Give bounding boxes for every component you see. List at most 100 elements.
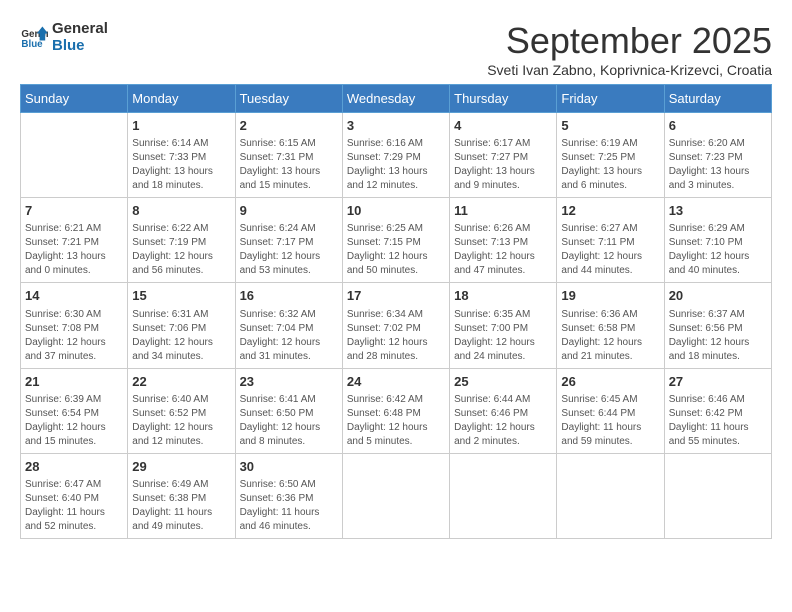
day-content: Sunrise: 6:39 AMSunset: 6:54 PMDaylight:… (25, 393, 123, 449)
day-number: 7 (25, 202, 123, 220)
day-content: Sunrise: 6:34 AMSunset: 7:02 PMDaylight:… (347, 308, 445, 364)
calendar-cell: 15 Sunrise: 6:31 AMSunset: 7:06 PMDayligh… (128, 283, 235, 368)
day-content: Sunrise: 6:26 AMSunset: 7:13 PMDaylight:… (454, 222, 552, 278)
day-content: Sunrise: 6:30 AMSunset: 7:08 PMDaylight:… (25, 308, 123, 364)
calendar-cell: 12 Sunrise: 6:27 AMSunset: 7:11 PMDayligh… (557, 198, 664, 283)
day-number: 10 (347, 202, 445, 220)
calendar-cell: 5 Sunrise: 6:19 AMSunset: 7:25 PMDaylight… (557, 113, 664, 198)
month-title: September 2025 (487, 20, 772, 62)
day-header-friday: Friday (557, 85, 664, 113)
calendar-cell (664, 453, 771, 538)
logo-line2: Blue (52, 37, 108, 54)
calendar-cell (557, 453, 664, 538)
day-content: Sunrise: 6:36 AMSunset: 6:58 PMDaylight:… (561, 308, 659, 364)
week-row-2: 7 Sunrise: 6:21 AMSunset: 7:21 PMDaylight… (21, 198, 772, 283)
day-content: Sunrise: 6:27 AMSunset: 7:11 PMDaylight:… (561, 222, 659, 278)
day-number: 27 (669, 373, 767, 391)
week-row-3: 14 Sunrise: 6:30 AMSunset: 7:08 PMDayligh… (21, 283, 772, 368)
calendar-table: SundayMondayTuesdayWednesdayThursdayFrid… (20, 84, 772, 539)
day-content: Sunrise: 6:24 AMSunset: 7:17 PMDaylight:… (240, 222, 338, 278)
day-number: 13 (669, 202, 767, 220)
calendar-cell: 4Sunrise: 6:17 AMSunset: 7:27 PMDaylight… (450, 113, 557, 198)
day-content: Sunrise: 6:31 AMSunset: 7:06 PMDaylight:… (132, 308, 230, 364)
calendar-cell: 20 Sunrise: 6:37 AMSunset: 6:56 PMDayligh… (664, 283, 771, 368)
title-area: September 2025 Sveti Ivan Zabno, Koprivn… (487, 20, 772, 78)
day-number: 14 (25, 287, 123, 305)
calendar-cell (450, 453, 557, 538)
day-number: 2 (240, 117, 338, 135)
location-subtitle: Sveti Ivan Zabno, Koprivnica-Krizevci, C… (487, 62, 772, 78)
calendar-cell: 28Sunrise: 6:47 AMSunset: 6:40 PMDayligh… (21, 453, 128, 538)
day-number: 25 (454, 373, 552, 391)
day-number: 6 (669, 117, 767, 135)
day-number: 26 (561, 373, 659, 391)
day-content: Sunrise: 6:19 AMSunset: 7:25 PMDaylight:… (561, 137, 659, 193)
day-number: 20 (669, 287, 767, 305)
calendar-cell: 29Sunrise: 6:49 AMSunset: 6:38 PMDayligh… (128, 453, 235, 538)
calendar-cell: 1 Sunrise: 6:14 AMSunset: 7:33 PMDaylight… (128, 113, 235, 198)
calendar-cell: 30 Sunrise: 6:50 AMSunset: 6:36 PMDayligh… (235, 453, 342, 538)
day-content: Sunrise: 6:14 AMSunset: 7:33 PMDaylight:… (132, 137, 230, 193)
calendar-cell: 3 Sunrise: 6:16 AMSunset: 7:29 PMDaylight… (342, 113, 449, 198)
day-number: 18 (454, 287, 552, 305)
calendar-cell: 7 Sunrise: 6:21 AMSunset: 7:21 PMDaylight… (21, 198, 128, 283)
day-content: Sunrise: 6:32 AMSunset: 7:04 PMDaylight:… (240, 308, 338, 364)
day-number: 24 (347, 373, 445, 391)
calendar-cell: 19Sunrise: 6:36 AMSunset: 6:58 PMDayligh… (557, 283, 664, 368)
calendar-cell: 14 Sunrise: 6:30 AMSunset: 7:08 PMDayligh… (21, 283, 128, 368)
day-header-thursday: Thursday (450, 85, 557, 113)
calendar-cell: 18 Sunrise: 6:35 AMSunset: 7:00 PMDayligh… (450, 283, 557, 368)
calendar-cell (342, 453, 449, 538)
day-content: Sunrise: 6:25 AMSunset: 7:15 PMDaylight:… (347, 222, 445, 278)
calendar-cell: 13 Sunrise: 6:29 AMSunset: 7:10 PMDayligh… (664, 198, 771, 283)
calendar-cell: 25 Sunrise: 6:44 AMSunset: 6:46 PMDayligh… (450, 368, 557, 453)
calendar-cell: 24 Sunrise: 6:42 AMSunset: 6:48 PMDayligh… (342, 368, 449, 453)
day-header-tuesday: Tuesday (235, 85, 342, 113)
day-header-saturday: Saturday (664, 85, 771, 113)
day-number: 17 (347, 287, 445, 305)
header: General Blue General Blue September 2025… (20, 20, 772, 78)
calendar-cell: 26 Sunrise: 6:45 AMSunset: 6:44 PMDayligh… (557, 368, 664, 453)
day-content: Sunrise: 6:21 AMSunset: 7:21 PMDaylight:… (25, 222, 123, 278)
day-number: 1 (132, 117, 230, 135)
calendar-cell: 16Sunrise: 6:32 AMSunset: 7:04 PMDayligh… (235, 283, 342, 368)
day-content: Sunrise: 6:50 AMSunset: 6:36 PMDaylight:… (240, 478, 338, 534)
day-content: Sunrise: 6:20 AMSunset: 7:23 PMDaylight:… (669, 137, 767, 193)
day-content: Sunrise: 6:35 AMSunset: 7:00 PMDaylight:… (454, 308, 552, 364)
day-content: Sunrise: 6:42 AMSunset: 6:48 PMDaylight:… (347, 393, 445, 449)
day-content: Sunrise: 6:40 AMSunset: 6:52 PMDaylight:… (132, 393, 230, 449)
logo-icon: General Blue (20, 23, 48, 51)
day-number: 30 (240, 458, 338, 476)
day-content: Sunrise: 6:29 AMSunset: 7:10 PMDaylight:… (669, 222, 767, 278)
day-number: 11 (454, 202, 552, 220)
day-header-wednesday: Wednesday (342, 85, 449, 113)
day-content: Sunrise: 6:44 AMSunset: 6:46 PMDaylight:… (454, 393, 552, 449)
day-number: 8 (132, 202, 230, 220)
calendar-cell (21, 113, 128, 198)
day-content: Sunrise: 6:41 AMSunset: 6:50 PMDaylight:… (240, 393, 338, 449)
week-row-1: 1 Sunrise: 6:14 AMSunset: 7:33 PMDaylight… (21, 113, 772, 198)
day-content: Sunrise: 6:45 AMSunset: 6:44 PMDaylight:… (561, 393, 659, 449)
day-content: Sunrise: 6:16 AMSunset: 7:29 PMDaylight:… (347, 137, 445, 193)
logo-line1: General (52, 20, 108, 37)
day-number: 5 (561, 117, 659, 135)
calendar-cell: 10 Sunrise: 6:25 AMSunset: 7:15 PMDayligh… (342, 198, 449, 283)
day-number: 21 (25, 373, 123, 391)
day-number: 15 (132, 287, 230, 305)
calendar-cell: 23 Sunrise: 6:41 AMSunset: 6:50 PMDayligh… (235, 368, 342, 453)
day-content: Sunrise: 6:37 AMSunset: 6:56 PMDaylight:… (669, 308, 767, 364)
day-number: 23 (240, 373, 338, 391)
day-header-sunday: Sunday (21, 85, 128, 113)
day-number: 29 (132, 458, 230, 476)
calendar-cell: 9 Sunrise: 6:24 AMSunset: 7:17 PMDaylight… (235, 198, 342, 283)
day-number: 3 (347, 117, 445, 135)
day-content: Sunrise: 6:17 AMSunset: 7:27 PMDaylight:… (454, 137, 552, 193)
day-number: 12 (561, 202, 659, 220)
calendar-cell: 22Sunrise: 6:40 AMSunset: 6:52 PMDayligh… (128, 368, 235, 453)
calendar-cell: 8Sunrise: 6:22 AMSunset: 7:19 PMDaylight… (128, 198, 235, 283)
calendar-cell: 27Sunrise: 6:46 AMSunset: 6:42 PMDayligh… (664, 368, 771, 453)
logo: General Blue General Blue (20, 20, 108, 54)
day-number: 9 (240, 202, 338, 220)
calendar-cell: 11 Sunrise: 6:26 AMSunset: 7:13 PMDayligh… (450, 198, 557, 283)
calendar-cell: 17 Sunrise: 6:34 AMSunset: 7:02 PMDayligh… (342, 283, 449, 368)
